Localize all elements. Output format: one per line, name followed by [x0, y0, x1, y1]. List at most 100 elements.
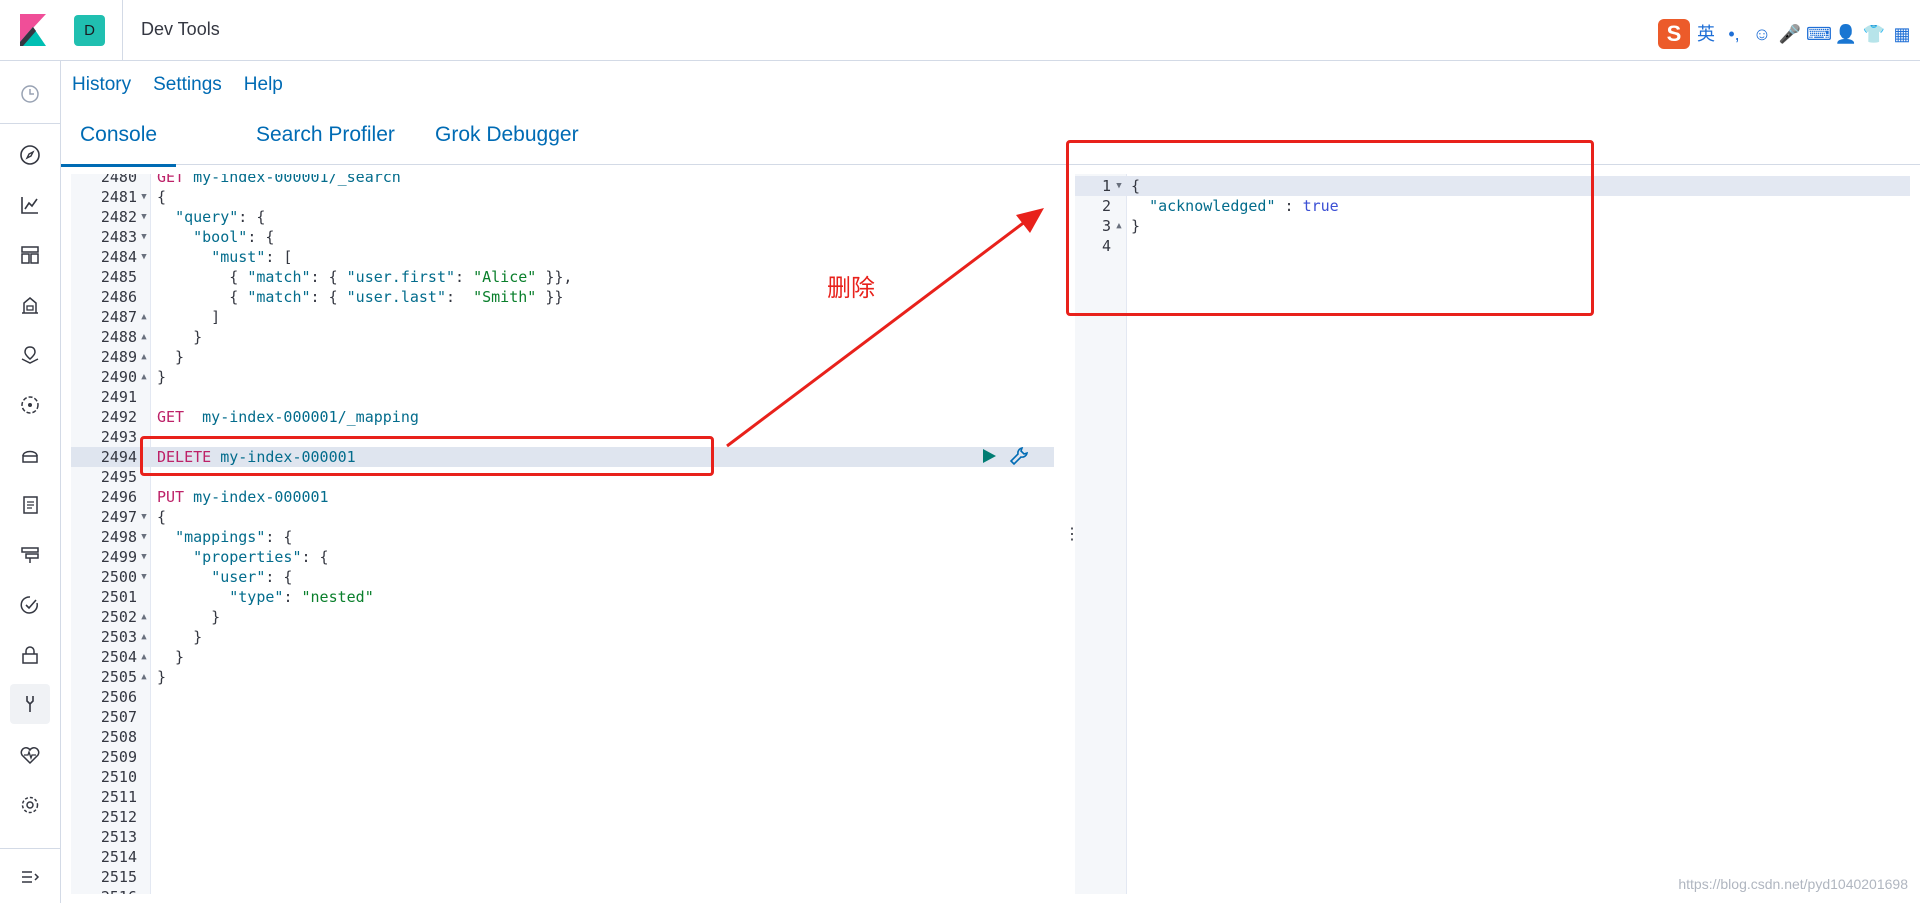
code-token: my-index-000001/_search — [193, 174, 401, 186]
recently-viewed-icon[interactable] — [17, 81, 43, 107]
infrastructure-icon[interactable] — [17, 442, 43, 468]
security-icon[interactable] — [17, 642, 43, 668]
line-number: 2504 — [100, 648, 137, 666]
line-number: 2490 — [100, 368, 137, 386]
request-line: 2515 — [71, 867, 1054, 887]
code-text: ] — [157, 307, 220, 327]
send-request-play-icon[interactable] — [979, 446, 999, 466]
fold-open-icon[interactable]: ▼ — [138, 547, 150, 567]
logs-icon[interactable] — [17, 492, 43, 518]
fold-open-icon[interactable]: ▼ — [138, 507, 150, 527]
fold-open-icon[interactable]: ▼ — [138, 187, 150, 207]
menu-settings-link[interactable]: Settings — [153, 74, 222, 96]
request-line: 2489 ▲ } — [71, 347, 1054, 367]
code-token: GET — [157, 174, 194, 186]
fold-close-icon[interactable]: ▲ — [138, 327, 150, 347]
code-token: : { — [238, 208, 266, 226]
sogou-logo-icon[interactable]: S — [1658, 19, 1690, 49]
fold-close-icon[interactable]: ▲ — [138, 307, 150, 327]
dashboard-icon[interactable] — [17, 242, 43, 268]
microphone-icon[interactable]: 🎤 — [1778, 22, 1802, 46]
code-text: } — [157, 607, 220, 627]
fold-close-icon[interactable]: ▲ — [138, 667, 150, 687]
apm-icon[interactable] — [17, 542, 43, 568]
keyboard-icon[interactable]: ⌨ — [1806, 22, 1832, 46]
code-text: } — [157, 347, 184, 367]
kibana-logo-icon[interactable] — [14, 12, 50, 48]
line-number: 2487 — [100, 308, 137, 326]
line-number: 2516 — [71, 887, 137, 894]
punctuation-icon[interactable]: •, — [1722, 22, 1746, 46]
fold-open-icon[interactable]: ▼ — [138, 227, 150, 247]
fold-close-icon[interactable]: ▲ — [138, 647, 150, 667]
request-line: 2514 — [71, 847, 1054, 867]
code-token: : { — [247, 228, 275, 246]
line-number: 2502 — [100, 608, 137, 626]
request-line: 2501 "type": "nested" — [71, 587, 1054, 607]
request-actions-wrench-icon[interactable] — [1009, 446, 1029, 466]
request-line: 2491 — [71, 387, 1054, 407]
code-token: } — [157, 648, 185, 666]
line-number: 2493 — [100, 428, 137, 446]
fold-open-icon[interactable]: ▼ — [138, 247, 150, 267]
canvas-icon[interactable] — [17, 292, 43, 318]
menu-help-link[interactable]: Help — [244, 74, 283, 96]
code-token: : { — [310, 268, 347, 286]
monitoring-icon[interactable] — [17, 742, 43, 768]
top-header: D Dev Tools S 英 •, ☺ 🎤 ⌨ 👤 👕 ▦ — [0, 0, 1920, 61]
code-token: "nested" — [301, 588, 374, 606]
code-token: } — [157, 608, 221, 626]
emoji-icon[interactable]: ☺ — [1750, 22, 1774, 46]
line-number: 2480 — [100, 174, 137, 186]
request-line: 2499 ▼ "properties": { — [71, 547, 1054, 567]
request-line: 2481 ▼ { — [71, 187, 1054, 207]
annotation-response-box — [1066, 140, 1594, 316]
code-token: : { — [310, 288, 347, 306]
tab-console[interactable]: Console — [61, 123, 177, 167]
tab-grok-debugger[interactable]: Grok Debugger — [416, 123, 598, 164]
visualize-icon[interactable] — [17, 192, 43, 218]
space-avatar[interactable]: D — [74, 15, 105, 46]
page-title: Dev Tools — [141, 19, 220, 39]
dev-tools-icon[interactable] — [10, 684, 50, 724]
fold-close-icon[interactable]: ▲ — [138, 367, 150, 387]
fold-open-icon[interactable]: ▼ — [138, 207, 150, 227]
request-line: 2488 ▲ } — [71, 327, 1054, 347]
code-text: "properties": { — [157, 547, 328, 567]
discover-icon[interactable] — [17, 142, 43, 168]
request-line: 2492 GET my-index-000001/_mapping — [71, 407, 1054, 427]
machine-learning-icon[interactable] — [17, 392, 43, 418]
grid-icon[interactable]: ▦ — [1890, 22, 1914, 46]
request-editor[interactable]: 2480 GET my-index-000001/_search 2481 ▼{248… — [71, 174, 1054, 894]
code-token: } — [157, 348, 185, 366]
code-token: "bool" — [193, 228, 248, 246]
skin-icon[interactable]: 👕 — [1862, 22, 1886, 46]
code-token: GET — [157, 408, 203, 426]
management-gear-icon[interactable] — [17, 792, 43, 818]
code-text: { — [157, 187, 166, 207]
maps-icon[interactable] — [17, 342, 43, 368]
fold-close-icon[interactable]: ▲ — [138, 347, 150, 367]
fold-close-icon[interactable]: ▲ — [138, 607, 150, 627]
code-token: "query" — [175, 208, 239, 226]
ime-language-label[interactable]: 英 — [1694, 22, 1718, 46]
code-token: { — [157, 508, 167, 526]
user-icon[interactable]: 👤 — [1834, 22, 1858, 46]
line-number: 2503 — [100, 628, 137, 646]
code-token: : { — [265, 528, 293, 546]
code-token: : { — [265, 568, 293, 586]
fold-open-icon[interactable]: ▼ — [138, 527, 150, 547]
code-token: "type" — [229, 588, 284, 606]
request-line: 2507 — [71, 707, 1054, 727]
fold-close-icon[interactable]: ▲ — [138, 627, 150, 647]
tab-search-profiler[interactable]: Search Profiler — [237, 123, 414, 164]
fold-open-icon[interactable]: ▼ — [138, 567, 150, 587]
request-line: 2485 { "match": { "user.first": "Alice" … — [71, 267, 1054, 287]
line-number: 2495 — [100, 468, 137, 486]
uptime-icon[interactable] — [17, 592, 43, 618]
line-number: 2509 — [100, 748, 137, 766]
collapse-menu-icon[interactable] — [17, 864, 43, 890]
menu-history-link[interactable]: History — [72, 74, 131, 96]
